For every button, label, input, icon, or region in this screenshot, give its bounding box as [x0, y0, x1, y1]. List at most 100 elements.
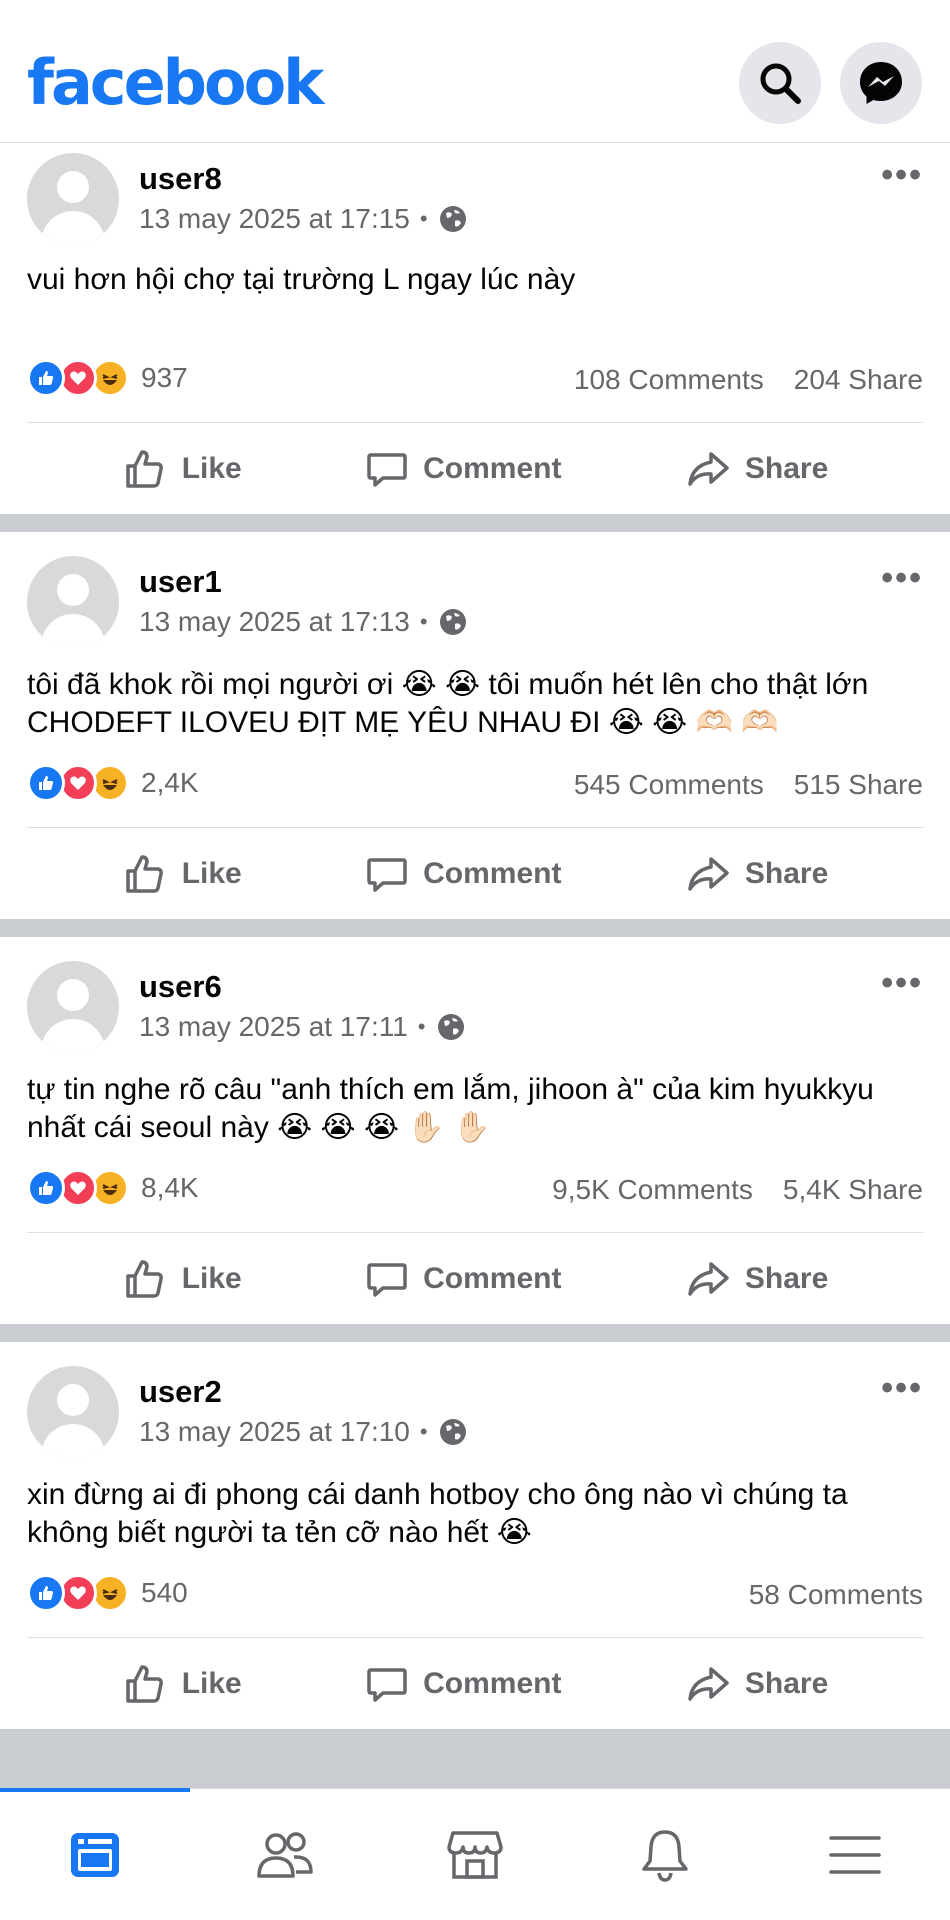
share-button[interactable]: Share [685, 446, 828, 492]
comment-label: Comment [423, 856, 562, 890]
post-username[interactable]: user1 [139, 564, 222, 600]
search-button[interactable] [739, 42, 821, 124]
reactions-summary[interactable]: 8,4K [27, 1169, 199, 1207]
search-icon [760, 63, 801, 104]
share-button[interactable]: Share [685, 1256, 828, 1302]
post-timestamp[interactable]: 13 may 2025 at 17:15 [139, 203, 410, 235]
comment-count[interactable]: 58 Comments [749, 1579, 923, 1611]
share-arrow-icon [688, 856, 729, 891]
post-text: vui hơn hội chợ tại trường L ngay lúc nà… [27, 263, 576, 296]
marketplace-icon [447, 1830, 503, 1879]
reaction-count: 8,4K [141, 1172, 199, 1203]
reactions-summary[interactable]: 2,4K [27, 764, 199, 802]
feed-post: user6 13 may 2025 at 17:11 • ••• tự tin … [0, 937, 950, 1324]
post-timestamp[interactable]: 13 may 2025 at 17:11 [139, 1011, 408, 1043]
comment-button[interactable]: Comment [365, 1257, 561, 1301]
post-timestamp[interactable]: 13 may 2025 at 17:13 [139, 606, 410, 638]
top-header: facebook [0, 0, 950, 143]
tab-friends[interactable] [190, 1789, 380, 1920]
post-username[interactable]: user6 [139, 969, 222, 1005]
like-button[interactable]: Like [122, 1661, 242, 1707]
post-text: tôi đã khok rồi mọi người ơi 😭 😭 tôi muố… [27, 668, 869, 739]
reactions-summary[interactable]: 937 [27, 359, 188, 397]
thumbs-up-icon [125, 1259, 163, 1298]
share-count[interactable]: 515 Share [794, 769, 923, 801]
reactions-summary[interactable]: 540 [27, 1574, 188, 1612]
reaction-count: 540 [141, 1577, 188, 1608]
globe-icon [439, 206, 466, 232]
post-username[interactable]: user8 [139, 161, 222, 197]
comment-button[interactable]: Comment [365, 447, 561, 491]
share-button[interactable]: Share [685, 851, 828, 897]
more-options-icon[interactable]: ••• [881, 158, 923, 192]
meta-separator: • [417, 1014, 426, 1039]
facebook-logo[interactable]: facebook [27, 38, 324, 128]
comment-button[interactable]: Comment [365, 852, 561, 896]
share-arrow-icon [688, 451, 729, 486]
post-text: tự tin nghe rõ câu "anh thích em lắm, ji… [27, 1073, 874, 1144]
post-stats: 937 108 Comments 204 Share [27, 337, 923, 423]
share-count[interactable]: 5,4K Share [783, 1174, 923, 1206]
like-button[interactable]: Like [122, 1256, 242, 1302]
share-count[interactable]: 204 Share [794, 364, 923, 396]
post-stats: 2,4K 545 Comments 515 Share [27, 742, 923, 828]
comment-icon [367, 1667, 407, 1702]
like-reaction-icon [27, 764, 65, 802]
post-actions: Like Comment Share [0, 828, 950, 919]
share-label: Share [744, 856, 829, 890]
comment-button[interactable]: Comment [365, 1662, 561, 1706]
post-header: user2 13 may 2025 at 17:10 • ••• [0, 1342, 950, 1460]
share-label: Share [744, 451, 829, 485]
share-button[interactable]: Share [685, 1661, 828, 1707]
avatar[interactable] [27, 153, 119, 245]
messenger-button[interactable] [840, 42, 922, 124]
avatar[interactable] [27, 961, 119, 1053]
bottom-navigation [0, 1788, 950, 1920]
comment-label: Comment [423, 1666, 562, 1700]
globe-icon [439, 609, 466, 635]
like-label: Like [181, 1261, 242, 1295]
thumbs-up-icon [125, 449, 163, 488]
feed-post: user8 13 may 2025 at 17:15 • ••• vui hơn… [0, 143, 950, 514]
post-meta: 13 may 2025 at 17:10 • [139, 1416, 468, 1448]
tab-marketplace[interactable] [380, 1789, 570, 1920]
meta-separator: • [419, 206, 428, 231]
like-reaction-icon [27, 1574, 65, 1612]
post-stats: 540 58 Comments [27, 1552, 923, 1638]
like-button[interactable]: Like [122, 446, 242, 492]
post-header: user8 13 may 2025 at 17:15 • ••• [0, 143, 950, 261]
comment-icon [367, 452, 407, 487]
meta-separator: • [419, 1419, 428, 1444]
share-arrow-icon [688, 1261, 729, 1296]
comment-label: Comment [423, 451, 562, 485]
more-options-icon[interactable]: ••• [881, 561, 923, 595]
more-options-icon[interactable]: ••• [881, 966, 923, 1000]
like-label: Like [181, 451, 242, 485]
tab-notifications[interactable] [570, 1789, 760, 1920]
post-meta: 13 may 2025 at 17:13 • [139, 606, 468, 638]
like-button[interactable]: Like [122, 851, 242, 897]
globe-icon [439, 1419, 466, 1445]
like-reaction-icon [27, 359, 65, 397]
news-feed[interactable]: user8 13 may 2025 at 17:15 • ••• vui hơn… [0, 143, 950, 1788]
post-timestamp[interactable]: 13 may 2025 at 17:10 [139, 1416, 410, 1448]
more-options-icon[interactable]: ••• [881, 1371, 923, 1405]
globe-icon [437, 1014, 464, 1040]
comment-label: Comment [423, 1261, 562, 1295]
post-text: xin đừng ai đi phong cái danh hotboy cho… [27, 1478, 848, 1549]
menu-icon [829, 1835, 881, 1874]
comment-count[interactable]: 545 Comments [574, 769, 764, 801]
comment-count[interactable]: 9,5K Comments [552, 1174, 753, 1206]
like-label: Like [181, 1666, 242, 1700]
engagement-counts: 58 Comments [749, 1579, 923, 1611]
engagement-counts: 108 Comments 204 Share [574, 364, 923, 396]
avatar[interactable] [27, 1366, 119, 1458]
like-label: Like [181, 856, 242, 890]
share-label: Share [744, 1666, 829, 1700]
tab-feed[interactable] [0, 1788, 190, 1920]
tab-menu[interactable] [760, 1789, 950, 1920]
messenger-icon [860, 62, 902, 104]
comment-count[interactable]: 108 Comments [574, 364, 764, 396]
post-username[interactable]: user2 [139, 1374, 222, 1410]
avatar[interactable] [27, 556, 119, 648]
